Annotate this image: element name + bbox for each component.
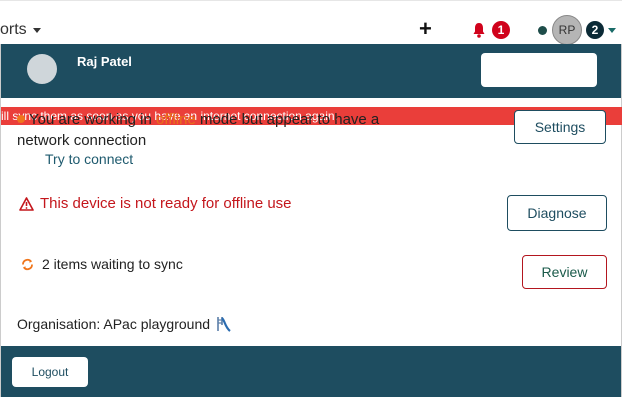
offline-readiness-warning: This device is not ready for offline use [19,195,292,212]
network-text-line2: network connection [17,132,147,149]
offline-keyword: offline [156,111,196,128]
offline-status-dot [17,115,25,123]
plus-icon: + [419,16,432,41]
avatar: RP [552,15,582,45]
sync-status: 2 items waiting to sync [21,256,183,272]
review-button[interactable]: Review [522,255,607,289]
user-count-badge: 2 [586,21,604,39]
header-action-button[interactable] [481,53,597,87]
top-navigation-bar: orts + 1 RP 2 [0,0,622,45]
user-menu[interactable]: RP 2 [538,15,616,45]
add-button[interactable]: + [419,18,432,40]
bell-icon [473,23,485,38]
reports-nav-menu[interactable]: orts [0,21,41,39]
online-status-indicator [538,25,547,35]
try-to-connect-link[interactable]: Try to connect [45,151,133,167]
reports-nav-label: orts [0,21,27,38]
organisation-info: Organisation: APac playground [17,315,232,333]
user-dropdown-panel: Raj Patel ill sync them as soon as you h… [0,44,622,397]
warning-text: This device is not ready for offline use [40,195,292,212]
user-name: Raj Patel [77,54,132,69]
notification-count-badge: 1 [492,21,510,39]
chevron-down-icon [608,27,616,33]
network-text-after: mode but appear to have a [195,111,380,128]
diagnose-button[interactable]: Diagnose [507,195,607,231]
logout-button[interactable]: Logout [12,357,88,387]
sync-text: 2 items waiting to sync [42,256,183,272]
panel-header: Raj Patel [1,44,621,98]
notifications-button[interactable]: 1 [472,21,510,39]
panel-avatar [27,54,57,84]
network-status-message: You are working in offline mode but appe… [17,109,417,151]
settings-button[interactable]: Settings [514,110,606,144]
sync-icon [22,258,33,270]
network-text-before: You are working in [29,111,157,128]
panel-footer: Logout [1,346,621,397]
organisation-label: Organisation: APac playground [17,316,211,332]
warning-triangle-icon [19,196,34,211]
chevron-down-icon [32,27,41,33]
slide-icon [217,317,231,332]
